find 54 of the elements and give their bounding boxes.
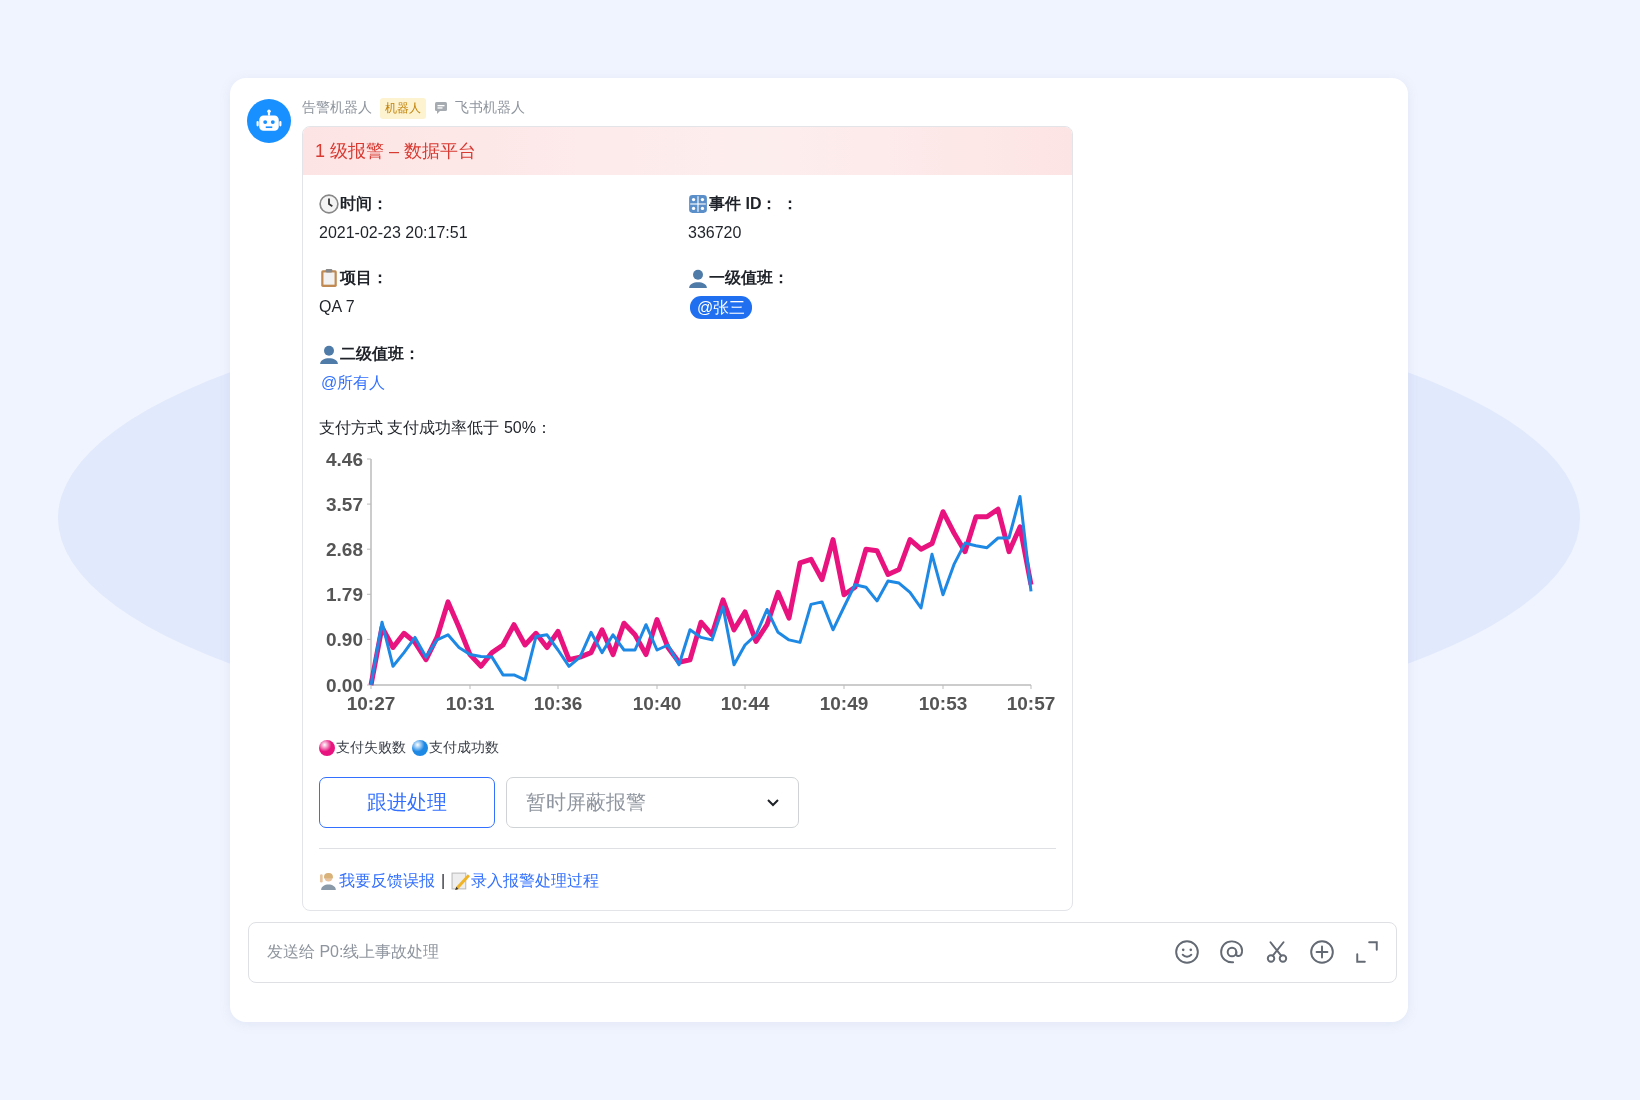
y-tick-label: 3.57 bbox=[326, 493, 363, 515]
mention-link[interactable]: @所有人 bbox=[319, 371, 386, 394]
mention-tag[interactable]: @张三 bbox=[690, 295, 753, 320]
feedback-link[interactable]: 录入报警处理过程 bbox=[471, 870, 600, 892]
add-icon[interactable] bbox=[1309, 939, 1335, 966]
expand-icon[interactable] bbox=[1354, 939, 1380, 966]
y-tick-label: 2.68 bbox=[326, 538, 363, 560]
field-label: 二级值班： bbox=[340, 344, 420, 365]
field-label: 一级值班： bbox=[709, 268, 789, 289]
chart-caption: 支付方式 支付成功率低于 50%： bbox=[319, 417, 553, 438]
person-icon bbox=[688, 268, 708, 288]
legend-label: 支付成功数 bbox=[429, 738, 499, 757]
field-value: 2021-02-23 20:17:51 bbox=[319, 222, 468, 243]
clock-icon bbox=[319, 193, 339, 214]
field-label: 项目： bbox=[340, 268, 388, 289]
link-separator: | bbox=[441, 872, 446, 891]
x-tick-label: 10:49 bbox=[819, 692, 869, 714]
field-label: 时间： bbox=[340, 194, 388, 214]
robot-icon bbox=[256, 108, 282, 134]
x-tick-label: 10:40 bbox=[632, 692, 682, 714]
dropdown-placeholder: 暂时屏蔽报警 bbox=[526, 789, 646, 815]
follow-up-button[interactable]: 跟进处理 bbox=[319, 776, 495, 828]
x-tick-label: 10:53 bbox=[918, 692, 968, 714]
message-input[interactable]: 发送给 P0:线上事故处理 bbox=[265, 942, 1174, 963]
legend-dot bbox=[412, 739, 428, 756]
y-tick-label: 4.46 bbox=[326, 448, 363, 470]
field-value: QA 7 bbox=[319, 296, 355, 317]
mute-dropdown[interactable]: 暂时屏蔽报警 bbox=[506, 776, 799, 828]
person-icon bbox=[319, 344, 339, 365]
bot-badge: 机器人 bbox=[380, 97, 426, 119]
emoji-icon[interactable] bbox=[1174, 939, 1200, 966]
y-tick-label: 1.79 bbox=[326, 583, 363, 605]
number-keys-icon bbox=[688, 193, 708, 214]
input-bar[interactable]: 发送给 P0:线上事故处理 bbox=[248, 921, 1397, 983]
card-title: 1 级报警 – 数据平台 bbox=[303, 127, 1072, 175]
raised-hand-person-icon bbox=[319, 871, 339, 892]
message-icon bbox=[434, 101, 448, 115]
sender-name: 告警机器人 bbox=[302, 99, 372, 117]
legend-label: 支付失败数 bbox=[336, 738, 406, 757]
x-tick-label: 10:31 bbox=[445, 692, 495, 714]
source-name: 飞书机器人 bbox=[455, 99, 525, 117]
y-tick-label: 0.90 bbox=[326, 628, 363, 650]
legend-dot bbox=[319, 739, 335, 756]
x-tick-label: 10:36 bbox=[533, 692, 583, 714]
field-label: 事件 ID： ： bbox=[709, 194, 798, 214]
chevron-down-icon bbox=[766, 796, 780, 809]
field-value: 336720 bbox=[688, 222, 742, 243]
x-tick-label: 10:44 bbox=[720, 692, 770, 714]
scissors-icon[interactable] bbox=[1264, 939, 1290, 966]
memo-pencil-icon bbox=[451, 871, 472, 892]
x-tick-label: 10:57 bbox=[1006, 692, 1056, 714]
feedback-link[interactable]: 我要反馈误报 bbox=[339, 870, 435, 892]
clipboard-icon bbox=[319, 268, 339, 288]
at-sign-icon[interactable] bbox=[1219, 939, 1245, 966]
